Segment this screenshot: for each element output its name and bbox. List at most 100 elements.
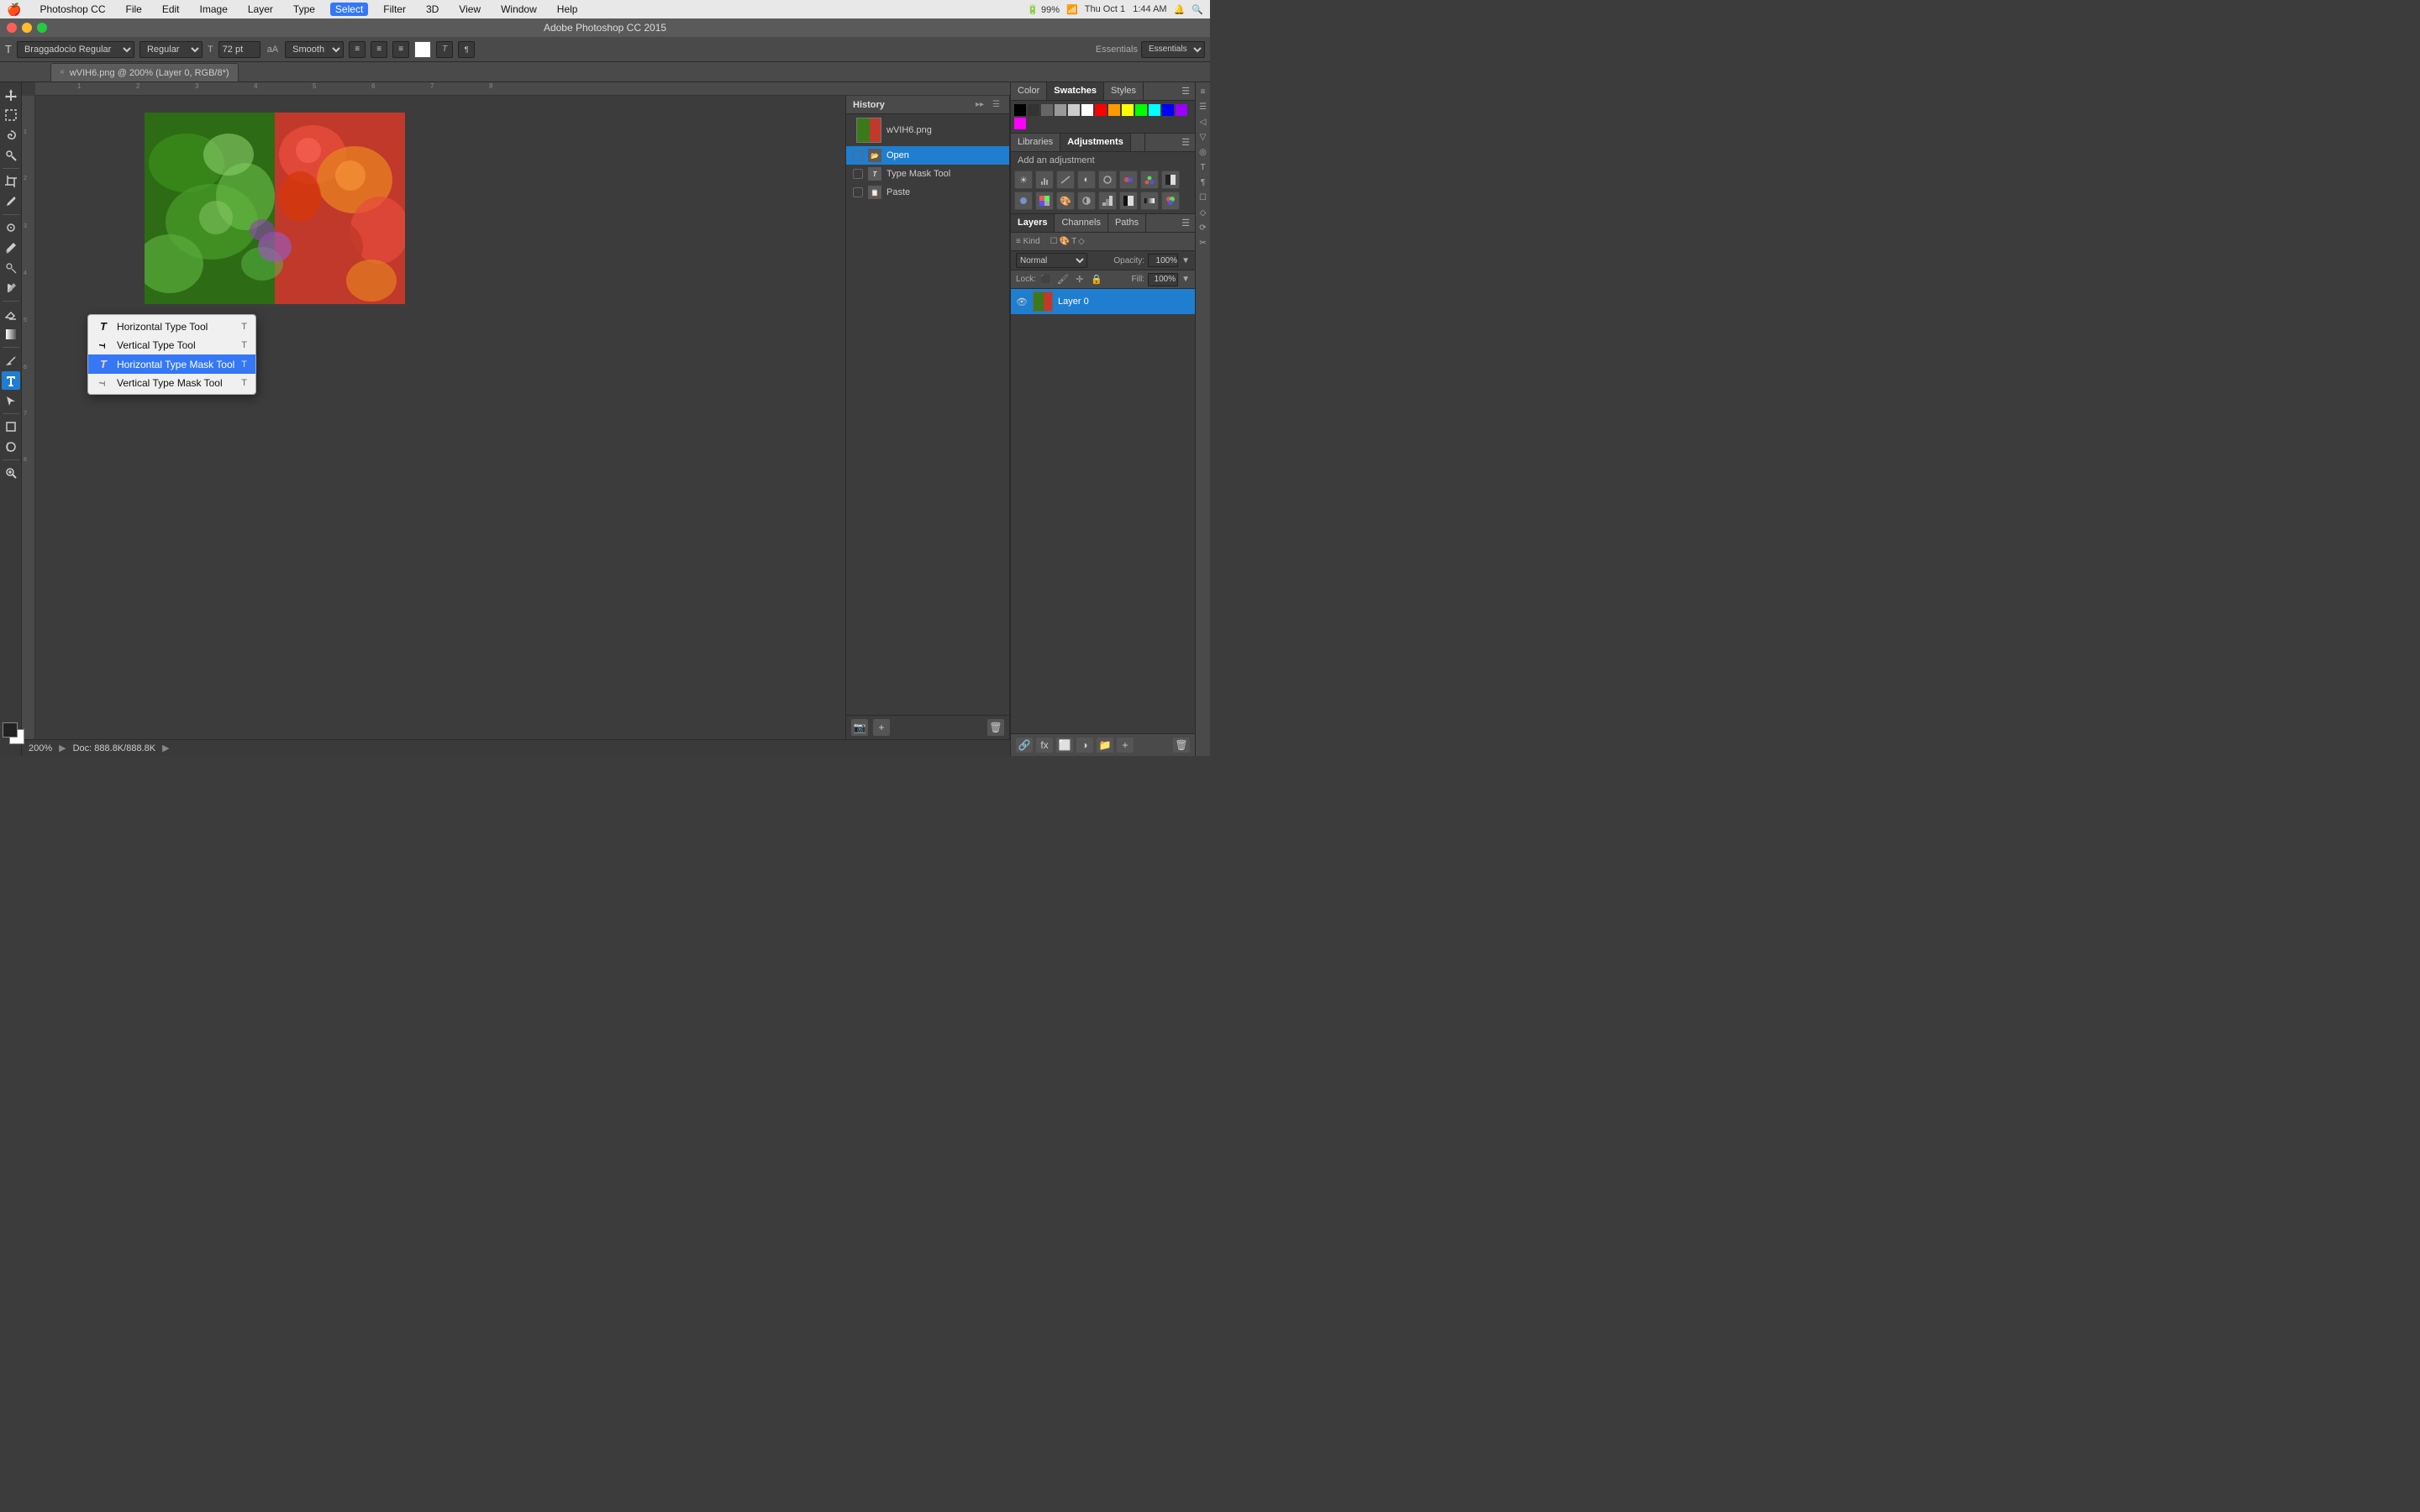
document-tab[interactable]: × wVIH6.png @ 200% (Layer 0, RGB/8*) xyxy=(50,63,239,81)
layer-0-row[interactable]: 👁 Layer 0 xyxy=(1011,289,1195,314)
adj-invert[interactable] xyxy=(1077,192,1096,210)
panel-icon-8[interactable]: ☐ xyxy=(1197,192,1209,203)
history-item-paste[interactable]: 📋 Paste xyxy=(846,183,1009,202)
lock-transparent-btn[interactable]: ⬛ xyxy=(1039,273,1053,286)
horizontal-type-tool-item[interactable]: T Horizontal Type Tool T xyxy=(88,317,255,336)
add-style-btn[interactable]: fx xyxy=(1036,738,1053,753)
adj-photo-filter[interactable] xyxy=(1014,192,1033,210)
swatch-red[interactable] xyxy=(1095,104,1107,116)
maximize-button[interactable] xyxy=(37,23,47,33)
lasso-tool[interactable] xyxy=(2,126,20,144)
new-fill-adj-btn[interactable]: ◑ xyxy=(1076,738,1093,753)
swatch-mid-gray[interactable] xyxy=(1041,104,1053,116)
panel-icon-6[interactable]: T xyxy=(1197,161,1209,173)
tab-color[interactable]: Color xyxy=(1011,82,1047,100)
fill-dropdown-btn[interactable]: ▼ xyxy=(1181,275,1190,284)
vertical-type-mask-tool-item[interactable]: T Vertical Type Mask Tool T xyxy=(88,374,255,392)
adj-threshold[interactable] xyxy=(1119,192,1138,210)
delete-state-btn[interactable]: 🗑 xyxy=(987,719,1004,736)
char-panel-button[interactable]: ¶ xyxy=(458,41,475,58)
adj-hue-sat[interactable] xyxy=(1119,171,1138,189)
swatch-violet[interactable] xyxy=(1176,104,1187,116)
layer-kind-filter-adj[interactable]: 🎨 xyxy=(1060,237,1070,246)
adj-posterize[interactable] xyxy=(1098,192,1117,210)
align-right-button[interactable]: ≡ xyxy=(392,41,409,58)
adj-panel-menu-btn[interactable]: ☰ xyxy=(1176,134,1195,151)
delete-layer-btn[interactable]: 🗑 xyxy=(1173,738,1190,753)
adj-gradient-map[interactable] xyxy=(1140,192,1159,210)
opacity-dropdown-btn[interactable]: ▼ xyxy=(1181,256,1190,265)
text-color-swatch[interactable] xyxy=(414,41,431,58)
menu-3d[interactable]: 3D xyxy=(421,3,444,16)
panel-icon-9[interactable]: ◇ xyxy=(1197,207,1209,218)
new-group-btn[interactable]: 📁 xyxy=(1097,738,1113,753)
zoom-tool[interactable] xyxy=(2,464,20,482)
tab-channels[interactable]: Channels xyxy=(1055,214,1107,232)
type-flyout-menu[interactable]: T Horizontal Type Tool T T Vertical Type… xyxy=(87,314,256,395)
apple-logo[interactable]: 🍎 xyxy=(7,3,21,17)
history-expand-btn[interactable]: ▸▸ xyxy=(973,99,986,110)
panel-icon-10[interactable]: ⟳ xyxy=(1197,222,1209,234)
lock-paint-btn[interactable]: 🖌 xyxy=(1056,273,1070,286)
new-layer-btn[interactable]: + xyxy=(1117,738,1134,753)
adj-brightness[interactable]: ☀ xyxy=(1014,171,1033,189)
menu-file[interactable]: File xyxy=(120,3,146,16)
create-new-document-btn[interactable]: + xyxy=(873,719,890,736)
layer-kind-filter-shape[interactable]: ◇ xyxy=(1078,237,1085,246)
minimize-button[interactable] xyxy=(22,23,32,33)
swatch-cyan[interactable] xyxy=(1149,104,1160,116)
history-brush-tool[interactable] xyxy=(2,279,20,297)
swatch-blue[interactable] xyxy=(1162,104,1174,116)
eyedropper-tool[interactable] xyxy=(2,192,20,211)
create-snapshot-btn[interactable]: 📷 xyxy=(851,719,868,736)
navigate-forward-btn[interactable]: ▶ xyxy=(59,743,66,753)
menu-image[interactable]: Image xyxy=(195,3,233,16)
pen-tool[interactable] xyxy=(2,351,20,370)
tab-adjustments-extra[interactable] xyxy=(1131,134,1145,151)
3d-rotate-tool[interactable] xyxy=(2,438,20,456)
link-layers-btn[interactable]: 🔗 xyxy=(1016,738,1033,753)
horizontal-type-mask-tool-item[interactable]: T Horizontal Type Mask Tool T xyxy=(88,354,255,374)
tool-options-icon[interactable]: T xyxy=(5,43,12,55)
swatch-yellow[interactable] xyxy=(1122,104,1134,116)
warp-text-button[interactable]: T xyxy=(436,41,453,58)
workspace-select[interactable]: Essentials xyxy=(1141,41,1205,58)
panel-icon-7[interactable]: ¶ xyxy=(1197,176,1209,188)
clone-stamp-tool[interactable] xyxy=(2,259,20,277)
adj-selective-color[interactable] xyxy=(1161,192,1180,210)
foreground-color-swatch[interactable] xyxy=(3,722,18,738)
opacity-input[interactable] xyxy=(1148,254,1178,267)
blend-mode-select[interactable]: Normal xyxy=(1016,253,1087,268)
swatch-magenta[interactable] xyxy=(1014,118,1026,129)
menu-help[interactable]: Help xyxy=(552,3,583,16)
swatch-orange[interactable] xyxy=(1108,104,1120,116)
panel-icon-3[interactable]: ◁ xyxy=(1197,116,1209,128)
layers-menu-btn[interactable]: ☰ xyxy=(1176,214,1195,232)
adj-black-white[interactable] xyxy=(1161,171,1180,189)
move-tool[interactable] xyxy=(2,86,20,104)
menu-select[interactable]: Select xyxy=(330,3,368,16)
tab-adjustments[interactable]: Adjustments xyxy=(1060,134,1131,151)
lock-all-btn[interactable]: 🔒 xyxy=(1090,273,1103,286)
swatch-black[interactable] xyxy=(1014,104,1026,116)
gradient-tool[interactable] xyxy=(2,325,20,344)
align-center-button[interactable]: ≡ xyxy=(371,41,387,58)
panel-icon-2[interactable]: ☰ xyxy=(1197,101,1209,113)
tab-layers[interactable]: Layers xyxy=(1011,214,1055,232)
eraser-tool[interactable] xyxy=(2,305,20,323)
font-family-select[interactable]: Braggadocio Regular xyxy=(17,41,134,58)
panel-icon-5[interactable]: ◎ xyxy=(1197,146,1209,158)
swatch-light-gray[interactable] xyxy=(1055,104,1066,116)
brush-tool[interactable] xyxy=(2,239,20,257)
adj-color-lookup[interactable]: 🎨 xyxy=(1056,192,1075,210)
panel-icon-11[interactable]: ✂ xyxy=(1197,237,1209,249)
adj-color-balance[interactable] xyxy=(1140,171,1159,189)
align-left-button[interactable]: ≡ xyxy=(349,41,366,58)
adj-exposure[interactable]: ◐ xyxy=(1077,171,1096,189)
menu-edit[interactable]: Edit xyxy=(157,3,185,16)
adj-levels[interactable] xyxy=(1035,171,1054,189)
adj-curves[interactable] xyxy=(1056,171,1075,189)
quick-select-tool[interactable] xyxy=(2,146,20,165)
history-menu-btn[interactable]: ☰ xyxy=(990,99,1002,110)
panel-icon-1[interactable]: ≡ xyxy=(1197,86,1209,97)
